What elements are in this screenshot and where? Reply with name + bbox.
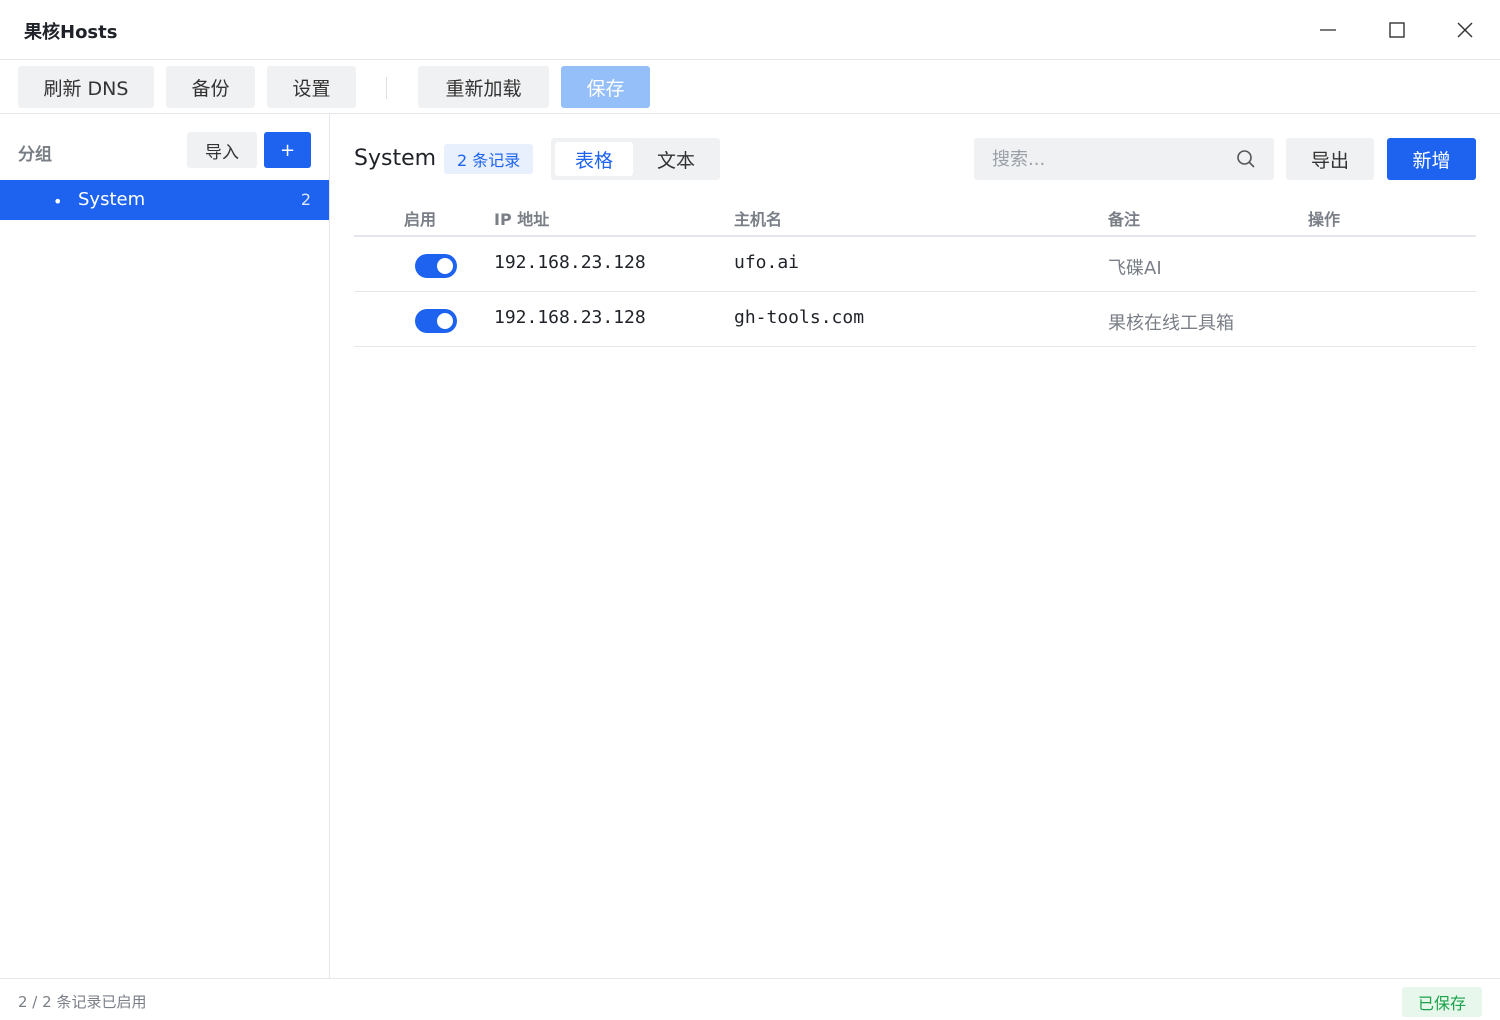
search-input[interactable] [974, 138, 1224, 180]
main-panel: System 2 条记录 表格 文本 导出 新增 启用 IP 地址 主机名 备注… [330, 114, 1500, 978]
ip-cell: 192.168.23.128 [494, 307, 646, 328]
tab-text[interactable]: 文本 [637, 142, 715, 176]
backup-button[interactable]: 备份 [166, 66, 255, 108]
page-title: System [354, 146, 437, 171]
toolbar: 刷新 DNS 备份 设置 重新加载 保存 [0, 60, 1500, 114]
view-switcher: 表格 文本 [551, 138, 720, 180]
title-bar: 果核Hosts [0, 0, 1500, 60]
minimize-button[interactable] [1308, 12, 1348, 48]
toolbar-divider [386, 77, 387, 99]
table-header: 启用 IP 地址 主机名 备注 操作 [354, 194, 1476, 237]
minimize-icon [1320, 29, 1336, 31]
toggle-knob [437, 313, 453, 329]
export-button[interactable]: 导出 [1286, 138, 1374, 180]
column-ip: IP 地址 [494, 210, 550, 229]
column-enabled: 启用 [404, 210, 437, 229]
hosts-table: 启用 IP 地址 主机名 备注 操作 192.168.23.128 ufo.ai… [354, 194, 1476, 347]
status-bar: 2 / 2 条记录已启用 已保存 [0, 978, 1500, 1020]
app-title: 果核Hosts [24, 22, 118, 43]
column-actions: 操作 [1308, 210, 1341, 229]
note-cell: 飞碟AI [1108, 258, 1162, 279]
settings-button[interactable]: 设置 [267, 66, 356, 108]
maximize-icon [1389, 22, 1405, 38]
add-group-button[interactable]: + [264, 132, 311, 168]
reload-button[interactable]: 重新加载 [418, 66, 549, 108]
column-note: 备注 [1108, 210, 1141, 229]
close-icon [1457, 22, 1473, 38]
save-button[interactable]: 保存 [561, 66, 650, 108]
group-count: 2 [300, 190, 311, 209]
tab-table[interactable]: 表格 [555, 142, 633, 176]
group-name: System [78, 189, 146, 210]
sidebar-item-system[interactable]: • System 2 [0, 180, 329, 220]
enabled-summary: 2 / 2 条记录已启用 [18, 993, 147, 1011]
search-box [974, 138, 1274, 180]
hostname-cell: gh-tools.com [734, 307, 865, 328]
hostname-cell: ufo.ai [734, 252, 800, 273]
table-row: 192.168.23.128 gh-tools.com 果核在线工具箱 [354, 292, 1476, 347]
saved-status-badge: 已保存 [1402, 987, 1482, 1017]
group-label: 分组 [18, 145, 52, 165]
close-button[interactable] [1445, 12, 1485, 48]
enable-toggle[interactable] [415, 309, 457, 333]
table-row: 192.168.23.128 ufo.ai 飞碟AI [354, 237, 1476, 292]
ip-cell: 192.168.23.128 [494, 252, 646, 273]
import-button[interactable]: 导入 [187, 132, 257, 168]
record-count-badge: 2 条记录 [444, 144, 534, 174]
column-hostname: 主机名 [734, 210, 783, 229]
new-record-button[interactable]: 新增 [1387, 138, 1476, 180]
search-icon[interactable] [1236, 149, 1256, 169]
enable-toggle[interactable] [415, 254, 457, 278]
maximize-button[interactable] [1377, 12, 1417, 48]
bullet-icon: • [53, 192, 63, 211]
toggle-knob [437, 258, 453, 274]
sidebar: 分组 导入 + • System 2 [0, 114, 330, 978]
note-cell: 果核在线工具箱 [1108, 313, 1234, 334]
refresh-dns-button[interactable]: 刷新 DNS [18, 66, 154, 108]
